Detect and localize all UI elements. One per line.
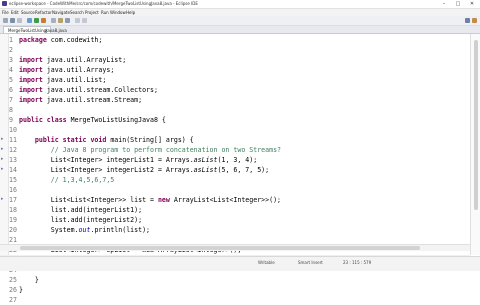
menu-bar: File Edit Source Refactor Navigate Searc… [0,9,480,16]
code-line[interactable]: 18 list.add(integerList1); [0,205,470,215]
menu-window[interactable]: Window [110,9,126,16]
menu-edit[interactable]: Edit [11,9,19,16]
menu-run[interactable]: Run [101,9,109,16]
print-icon[interactable] [17,18,22,23]
forward-icon[interactable] [82,18,87,23]
code-text[interactable]: list.add(integerList2); [19,215,142,225]
code-text[interactable]: import java.util.ArrayList; [19,55,126,65]
code-line[interactable]: 6 import java.util.stream.Collectors; [0,85,470,95]
code-line[interactable]: 20 System.out.println(list); [0,225,470,235]
back-icon[interactable] [75,18,80,23]
menu-source[interactable]: Source [21,9,35,16]
code-text[interactable]: public class MergeTwoListUsingJava8 { [19,115,166,125]
code-text[interactable]: list.add(integerList1); [19,205,142,215]
code-text[interactable]: } [19,285,23,295]
line-number: 2 [9,46,13,54]
code-text[interactable]: System.out.println(list); [19,225,150,235]
code-line[interactable]: 12 // Java 8 program to perform concaten… [0,145,470,155]
save-icon[interactable] [10,18,15,23]
status-cursor-position: 23 : 115 : 579 [343,260,372,265]
code-line[interactable]: 17 List<List<Integer>> list = new ArrayL… [0,195,470,205]
horizontal-scroll-thumb[interactable] [20,246,420,250]
toolbar [0,16,480,26]
code-line[interactable]: 2 [0,45,470,55]
code-text[interactable]: // Java 8 program to perform concatenati… [19,145,281,155]
line-number: 16 [9,186,17,194]
code-line[interactable]: 5 import java.util.List; [0,75,470,85]
status-bar: Writable Smart Insert 23 : 115 : 579 [0,256,480,271]
menu-file[interactable]: File [2,9,9,16]
editor-tab-bar: MergeTwoListUsingJava8.java × [0,26,480,34]
code-line[interactable]: 7 import java.util.stream.Stream; [0,95,470,105]
code-line[interactable]: 25 } [0,275,470,285]
maximize-button[interactable]: □ [451,0,465,8]
code-line[interactable]: 4 import java.util.Arrays; [0,65,470,75]
code-text[interactable]: List<List<Integer>> list = new ArrayList… [19,195,281,205]
editor-tab-label: MergeTwoListUsingJava8.java [8,28,67,33]
debug-icon[interactable] [27,18,32,23]
code-line[interactable]: 9 public class MergeTwoListUsingJava8 { [0,115,470,125]
status-writable: Writable [258,260,275,265]
menu-search[interactable]: Search [70,9,84,16]
new-java-class-icon[interactable] [51,18,56,23]
search-icon[interactable] [65,18,70,23]
editor-tab[interactable]: MergeTwoListUsingJava8.java × [3,26,67,34]
code-line[interactable]: 15 // 1,3,4,5,6,7,5 [0,175,470,185]
code-line[interactable]: 13 List<Integer> integerList1 = Arrays.a… [0,155,470,165]
code-line[interactable]: 3 import java.util.ArrayList; [0,55,470,65]
annotation-marker-icon[interactable]: ▸ [1,137,6,142]
annotation-marker-icon[interactable]: ▸ [1,157,6,162]
tab-close-icon[interactable]: × [45,27,48,34]
run-icon[interactable] [34,18,39,23]
code-text[interactable]: } [19,275,39,285]
code-text[interactable]: public static void main(String[] args) { [19,135,194,145]
new-icon[interactable] [3,18,8,23]
code-line[interactable]: 14 List<Integer> integerList2 = Arrays.a… [0,165,470,175]
line-number: 27 [9,296,17,304]
code-line[interactable]: 1 package com.codewith; [0,35,470,45]
menu-project[interactable]: Project [85,9,99,16]
annotation-marker-icon[interactable]: ▸ [1,197,6,202]
vertical-scrollbar[interactable] [470,34,480,255]
status-insert-mode: Smart Insert [298,260,323,265]
open-type-icon[interactable] [58,18,63,23]
code-line[interactable]: 27 [0,295,470,305]
window-title: eclipse-workspace - CodeWithMe/src/com/c… [9,1,198,6]
menu-refactor[interactable]: Refactor [35,9,52,16]
vertical-scroll-thumb[interactable] [474,40,478,210]
code-editor[interactable]: 1 package com.codewith; 2 3 import java.util… [0,34,470,304]
minimize-button[interactable]: – [437,0,451,8]
code-text[interactable]: // 1,3,4,5,6,7,5 [19,175,115,185]
code-text[interactable]: package com.codewith; [19,35,102,45]
eclipse-app-icon [2,1,7,6]
code-line[interactable]: 16 [0,185,470,195]
code-line[interactable]: 8 [0,105,470,115]
code-line[interactable]: 11 public static void main(String[] args… [0,135,470,145]
code-text[interactable]: import java.util.stream.Stream; [19,95,142,105]
menu-navigate[interactable]: Navigate [52,9,70,16]
line-number: 10 [9,126,17,134]
code-text[interactable]: import java.util.stream.Collectors; [19,85,158,95]
annotation-marker-icon[interactable]: ▸ [1,167,6,172]
title-bar: eclipse-workspace - CodeWithMe/src/com/c… [0,0,480,9]
code-line[interactable]: 26} [0,285,470,295]
java-perspective-icon[interactable] [472,18,477,23]
annotation-marker-icon[interactable]: ▸ [1,147,6,152]
horizontal-scrollbar[interactable] [0,244,470,251]
line-number: 8 [9,106,13,114]
code-text[interactable]: List<Integer> integerList2 = Arrays.asLi… [19,165,269,175]
external-tools-icon[interactable] [41,18,46,23]
perspective-icon[interactable] [465,18,470,23]
menu-help[interactable]: Help [126,9,135,16]
code-line[interactable]: 19 list.add(integerList2); [0,215,470,225]
code-text[interactable]: import java.util.Arrays; [19,65,114,75]
close-button[interactable]: ✕ [465,0,479,8]
code-text[interactable]: import java.util.List; [19,75,106,85]
code-line[interactable]: 10 [0,125,470,135]
code-text[interactable]: List<Integer> integerList1 = Arrays.asLi… [19,155,257,165]
